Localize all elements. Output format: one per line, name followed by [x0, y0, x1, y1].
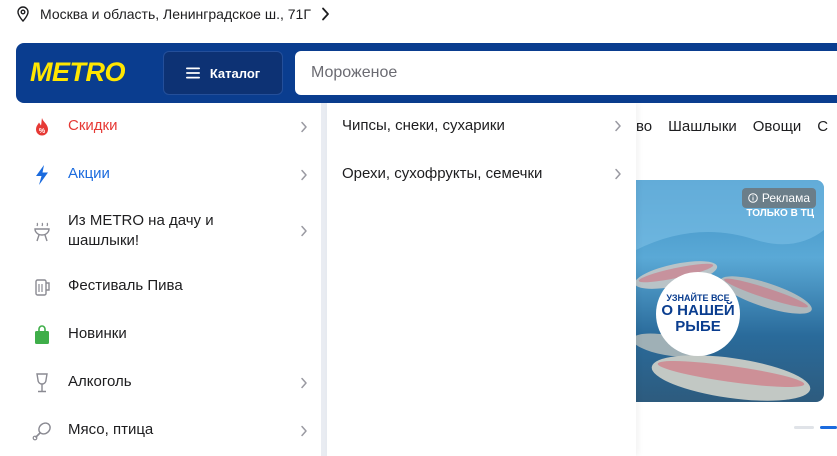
menu-item-label: Новинки [68, 325, 127, 342]
chevron-right-icon [301, 425, 307, 437]
menu-item-alcohol[interactable]: Алкоголь [16, 359, 321, 407]
promo-banner[interactable]: Реклама ТОЛЬКО В ТЦ УЗНАЙТЕ ВСЕ О НАШЕЙ … [636, 180, 824, 402]
catalog-menu: % Скидки Акции Из METRO на дачу и шашлык… [16, 103, 321, 456]
wine-glass-icon [32, 373, 52, 393]
menu-item-label: Из METRO на дачу и шашлыки! [68, 212, 214, 249]
location-selector[interactable]: Москва и область, Ленинградское ш., 71Г [16, 4, 330, 24]
chevron-right-icon [615, 120, 621, 132]
banner-pager-dot[interactable] [794, 426, 814, 429]
svg-text:%: % [39, 128, 46, 135]
discount-flame-icon: % [32, 117, 52, 137]
submenu-item-label: Орехи, сухофрукты, семечки [342, 165, 543, 182]
menu-item-label: Алкоголь [68, 373, 132, 390]
submenu-item-label: Чипсы, снеки, сухарики [342, 117, 505, 134]
beer-mug-icon [32, 277, 52, 297]
banner-store-only: ТОЛЬКО В ТЦ [746, 208, 814, 219]
catalog-submenu: Чипсы, снеки, сухарики Орехи, сухофрукты… [327, 103, 636, 456]
menu-item-meat-poultry[interactable]: Мясо, птица [16, 407, 321, 455]
catalog-button[interactable]: Каталог [163, 51, 283, 95]
menu-item-promotions[interactable]: Акции [16, 151, 321, 199]
chevron-right-icon [301, 377, 307, 389]
site-header: METRO Каталог [16, 43, 837, 103]
chevron-right-icon [301, 225, 307, 237]
menu-item-discounts[interactable]: % Скидки [16, 103, 321, 151]
catalog-button-label: Каталог [209, 65, 261, 81]
menu-item-label: Фестиваль Пива [68, 277, 183, 294]
submenu-item-nuts-dried-fruits[interactable]: Орехи, сухофрукты, семечки [327, 151, 636, 199]
category-link[interactable]: С [817, 118, 828, 142]
search-input[interactable] [295, 51, 837, 95]
menu-item-label: Скидки [68, 117, 118, 134]
category-link[interactable]: Овощи [753, 118, 802, 142]
category-link[interactable]: Шашлыки [668, 118, 737, 142]
menu-item-new-products[interactable]: Новинки [16, 311, 321, 359]
metro-logo[interactable]: METRO [30, 57, 126, 88]
lightning-icon [32, 165, 52, 185]
menu-item-beer-festival[interactable]: Фестиваль Пива [16, 263, 321, 311]
banner-circle-line3: РЫБЕ [675, 317, 721, 335]
chevron-right-icon [301, 121, 307, 133]
submenu-item-chips-snacks[interactable]: Чипсы, снеки, сухарики [327, 103, 636, 151]
banner-circle: УЗНАЙТЕ ВСЕ О НАШЕЙ РЫБЕ [656, 272, 740, 356]
chevron-right-icon [615, 168, 621, 180]
location-address: Москва и область, Ленинградское ш., 71Г [40, 6, 311, 22]
info-icon [748, 193, 758, 203]
ad-badge[interactable]: Реклама [741, 188, 816, 208]
category-link[interactable]: во [636, 118, 652, 142]
shopping-bag-icon [32, 325, 52, 345]
banner-pager-dot-active[interactable] [820, 426, 837, 429]
chevron-right-icon [322, 7, 329, 21]
ad-badge-label: Реклама [761, 191, 810, 205]
meat-leg-icon [32, 421, 52, 441]
menu-item-label: Мясо, птица [68, 421, 154, 438]
category-strip: во Шашлыки Овощи С [636, 118, 837, 142]
menu-item-dacha-grill[interactable]: Из METRO на дачу и шашлыки! [16, 199, 321, 263]
menu-item-label: Акции [68, 165, 110, 182]
map-pin-icon [17, 6, 29, 22]
banner-circle-line2: О НАШЕЙ [661, 301, 735, 319]
chevron-right-icon [301, 169, 307, 181]
grill-icon [32, 222, 52, 242]
hamburger-icon [185, 67, 200, 79]
